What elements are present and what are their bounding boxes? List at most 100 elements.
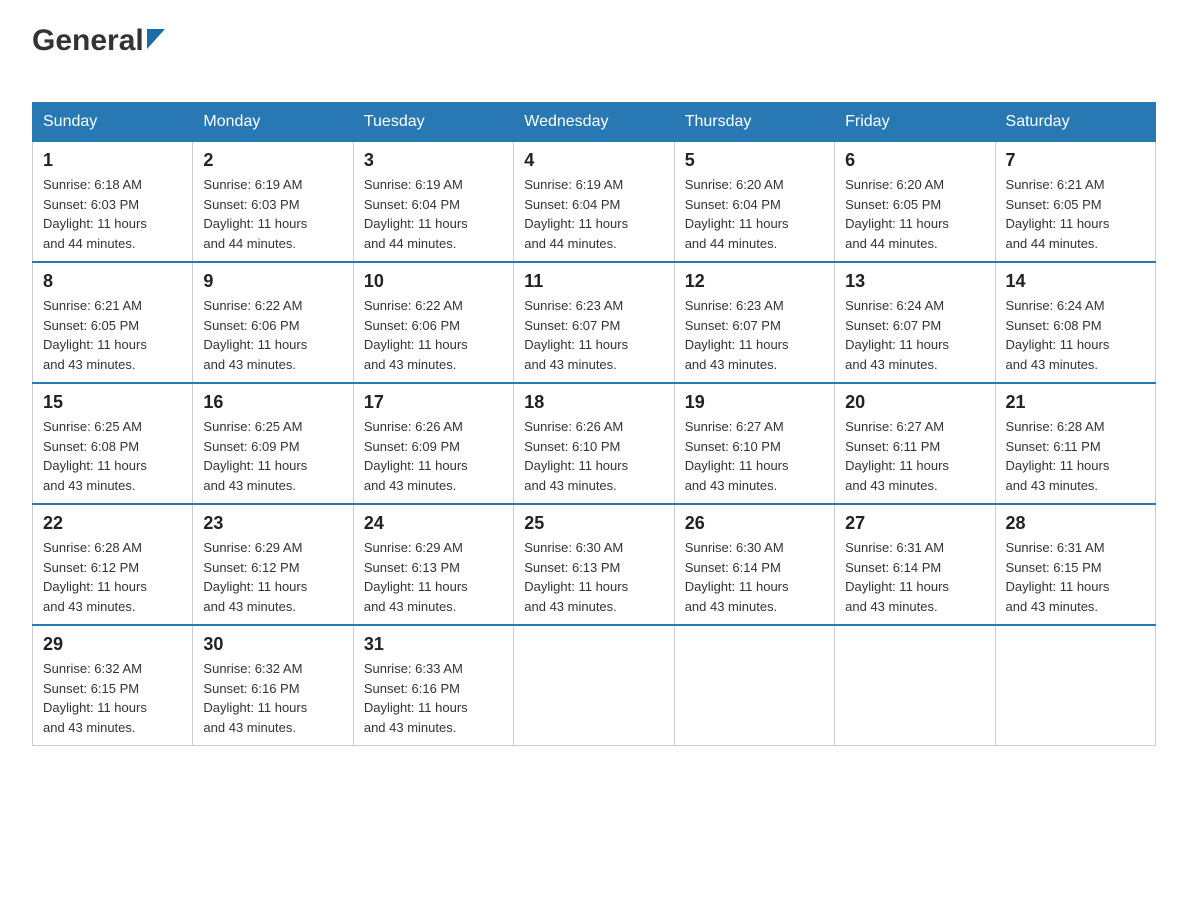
header-row: SundayMondayTuesdayWednesdayThursdayFrid… (33, 103, 1156, 142)
day-info: Sunrise: 6:22 AMSunset: 6:06 PMDaylight:… (364, 296, 503, 374)
day-number: 26 (685, 513, 824, 534)
day-number: 5 (685, 150, 824, 171)
day-info: Sunrise: 6:19 AMSunset: 6:03 PMDaylight:… (203, 175, 342, 253)
calendar-cell: 2 Sunrise: 6:19 AMSunset: 6:03 PMDaylight… (193, 142, 353, 263)
header-tuesday: Tuesday (353, 103, 513, 142)
day-info: Sunrise: 6:24 AMSunset: 6:07 PMDaylight:… (845, 296, 984, 374)
day-number: 1 (43, 150, 182, 171)
calendar-cell: 21 Sunrise: 6:28 AMSunset: 6:11 PMDayligh… (995, 383, 1155, 504)
day-number: 13 (845, 271, 984, 292)
day-info: Sunrise: 6:20 AMSunset: 6:04 PMDaylight:… (685, 175, 824, 253)
day-number: 28 (1006, 513, 1145, 534)
week-row-4: 22 Sunrise: 6:28 AMSunset: 6:12 PMDayligh… (33, 504, 1156, 625)
day-number: 19 (685, 392, 824, 413)
week-row-2: 8 Sunrise: 6:21 AMSunset: 6:05 PMDaylight… (33, 262, 1156, 383)
day-number: 8 (43, 271, 182, 292)
calendar-cell: 22 Sunrise: 6:28 AMSunset: 6:12 PMDayligh… (33, 504, 193, 625)
calendar-cell: 14 Sunrise: 6:24 AMSunset: 6:08 PMDayligh… (995, 262, 1155, 383)
day-number: 6 (845, 150, 984, 171)
day-number: 10 (364, 271, 503, 292)
day-number: 22 (43, 513, 182, 534)
calendar-cell: 10 Sunrise: 6:22 AMSunset: 6:06 PMDayligh… (353, 262, 513, 383)
day-number: 31 (364, 634, 503, 655)
day-info: Sunrise: 6:26 AMSunset: 6:10 PMDaylight:… (524, 417, 663, 495)
calendar-cell (995, 625, 1155, 746)
calendar-cell: 4Sunrise: 6:19 AMSunset: 6:04 PMDaylight… (514, 142, 674, 263)
day-number: 25 (524, 513, 663, 534)
calendar-cell: 9 Sunrise: 6:22 AMSunset: 6:06 PMDaylight… (193, 262, 353, 383)
week-row-5: 29Sunrise: 6:32 AMSunset: 6:15 PMDayligh… (33, 625, 1156, 746)
calendar-cell: 24 Sunrise: 6:29 AMSunset: 6:13 PMDayligh… (353, 504, 513, 625)
calendar-table: SundayMondayTuesdayWednesdayThursdayFrid… (32, 102, 1156, 746)
day-info: Sunrise: 6:28 AMSunset: 6:11 PMDaylight:… (1006, 417, 1145, 495)
day-info: Sunrise: 6:23 AMSunset: 6:07 PMDaylight:… (685, 296, 824, 374)
page-header: General (32, 24, 1156, 90)
calendar-cell: 8 Sunrise: 6:21 AMSunset: 6:05 PMDaylight… (33, 262, 193, 383)
calendar-cell: 20 Sunrise: 6:27 AMSunset: 6:11 PMDayligh… (835, 383, 995, 504)
calendar-cell: 25 Sunrise: 6:30 AMSunset: 6:13 PMDayligh… (514, 504, 674, 625)
header-monday: Monday (193, 103, 353, 142)
day-info: Sunrise: 6:22 AMSunset: 6:06 PMDaylight:… (203, 296, 342, 374)
calendar-cell (835, 625, 995, 746)
day-info: Sunrise: 6:28 AMSunset: 6:12 PMDaylight:… (43, 538, 182, 616)
day-number: 23 (203, 513, 342, 534)
day-info: Sunrise: 6:18 AMSunset: 6:03 PMDaylight:… (43, 175, 182, 253)
calendar-cell (514, 625, 674, 746)
day-info: Sunrise: 6:26 AMSunset: 6:09 PMDaylight:… (364, 417, 503, 495)
calendar-cell: 6Sunrise: 6:20 AMSunset: 6:05 PMDaylight… (835, 142, 995, 263)
day-number: 7 (1006, 150, 1145, 171)
calendar-cell: 28Sunrise: 6:31 AMSunset: 6:15 PMDayligh… (995, 504, 1155, 625)
day-info: Sunrise: 6:21 AMSunset: 6:05 PMDaylight:… (43, 296, 182, 374)
day-info: Sunrise: 6:31 AMSunset: 6:14 PMDaylight:… (845, 538, 984, 616)
calendar-cell: 7 Sunrise: 6:21 AMSunset: 6:05 PMDaylight… (995, 142, 1155, 263)
header-sunday: Sunday (33, 103, 193, 142)
day-number: 18 (524, 392, 663, 413)
day-info: Sunrise: 6:19 AMSunset: 6:04 PMDaylight:… (524, 175, 663, 253)
day-info: Sunrise: 6:30 AMSunset: 6:14 PMDaylight:… (685, 538, 824, 616)
day-number: 30 (203, 634, 342, 655)
day-info: Sunrise: 6:33 AMSunset: 6:16 PMDaylight:… (364, 659, 503, 737)
day-number: 11 (524, 271, 663, 292)
calendar-cell: 16 Sunrise: 6:25 AMSunset: 6:09 PMDayligh… (193, 383, 353, 504)
calendar-body: 1 Sunrise: 6:18 AMSunset: 6:03 PMDaylight… (33, 142, 1156, 746)
day-number: 2 (203, 150, 342, 171)
calendar-cell: 19 Sunrise: 6:27 AMSunset: 6:10 PMDayligh… (674, 383, 834, 504)
calendar-cell: 17 Sunrise: 6:26 AMSunset: 6:09 PMDayligh… (353, 383, 513, 504)
calendar-cell: 11Sunrise: 6:23 AMSunset: 6:07 PMDayligh… (514, 262, 674, 383)
calendar-cell: 1 Sunrise: 6:18 AMSunset: 6:03 PMDaylight… (33, 142, 193, 263)
day-number: 3 (364, 150, 503, 171)
calendar-cell: 26 Sunrise: 6:30 AMSunset: 6:14 PMDayligh… (674, 504, 834, 625)
day-info: Sunrise: 6:24 AMSunset: 6:08 PMDaylight:… (1006, 296, 1145, 374)
calendar-cell: 27 Sunrise: 6:31 AMSunset: 6:14 PMDayligh… (835, 504, 995, 625)
day-info: Sunrise: 6:19 AMSunset: 6:04 PMDaylight:… (364, 175, 503, 253)
day-info: Sunrise: 6:29 AMSunset: 6:13 PMDaylight:… (364, 538, 503, 616)
day-number: 14 (1006, 271, 1145, 292)
week-row-3: 15Sunrise: 6:25 AMSunset: 6:08 PMDayligh… (33, 383, 1156, 504)
day-info: Sunrise: 6:21 AMSunset: 6:05 PMDaylight:… (1006, 175, 1145, 253)
day-number: 21 (1006, 392, 1145, 413)
day-number: 17 (364, 392, 503, 413)
calendar-cell: 23Sunrise: 6:29 AMSunset: 6:12 PMDayligh… (193, 504, 353, 625)
day-info: Sunrise: 6:25 AMSunset: 6:09 PMDaylight:… (203, 417, 342, 495)
calendar-header: SundayMondayTuesdayWednesdayThursdayFrid… (33, 103, 1156, 142)
day-number: 24 (364, 513, 503, 534)
day-number: 29 (43, 634, 182, 655)
logo-arrow-icon (147, 29, 165, 54)
logo: General (32, 24, 165, 90)
header-thursday: Thursday (674, 103, 834, 142)
day-number: 12 (685, 271, 824, 292)
calendar-cell: 12 Sunrise: 6:23 AMSunset: 6:07 PMDayligh… (674, 262, 834, 383)
calendar-cell: 29Sunrise: 6:32 AMSunset: 6:15 PMDayligh… (33, 625, 193, 746)
day-number: 20 (845, 392, 984, 413)
day-number: 27 (845, 513, 984, 534)
calendar-cell: 3 Sunrise: 6:19 AMSunset: 6:04 PMDaylight… (353, 142, 513, 263)
calendar-cell: 31 Sunrise: 6:33 AMSunset: 6:16 PMDayligh… (353, 625, 513, 746)
day-info: Sunrise: 6:30 AMSunset: 6:13 PMDaylight:… (524, 538, 663, 616)
day-number: 9 (203, 271, 342, 292)
day-info: Sunrise: 6:27 AMSunset: 6:11 PMDaylight:… (845, 417, 984, 495)
day-number: 16 (203, 392, 342, 413)
header-friday: Friday (835, 103, 995, 142)
header-wednesday: Wednesday (514, 103, 674, 142)
week-row-1: 1 Sunrise: 6:18 AMSunset: 6:03 PMDaylight… (33, 142, 1156, 263)
day-info: Sunrise: 6:27 AMSunset: 6:10 PMDaylight:… (685, 417, 824, 495)
